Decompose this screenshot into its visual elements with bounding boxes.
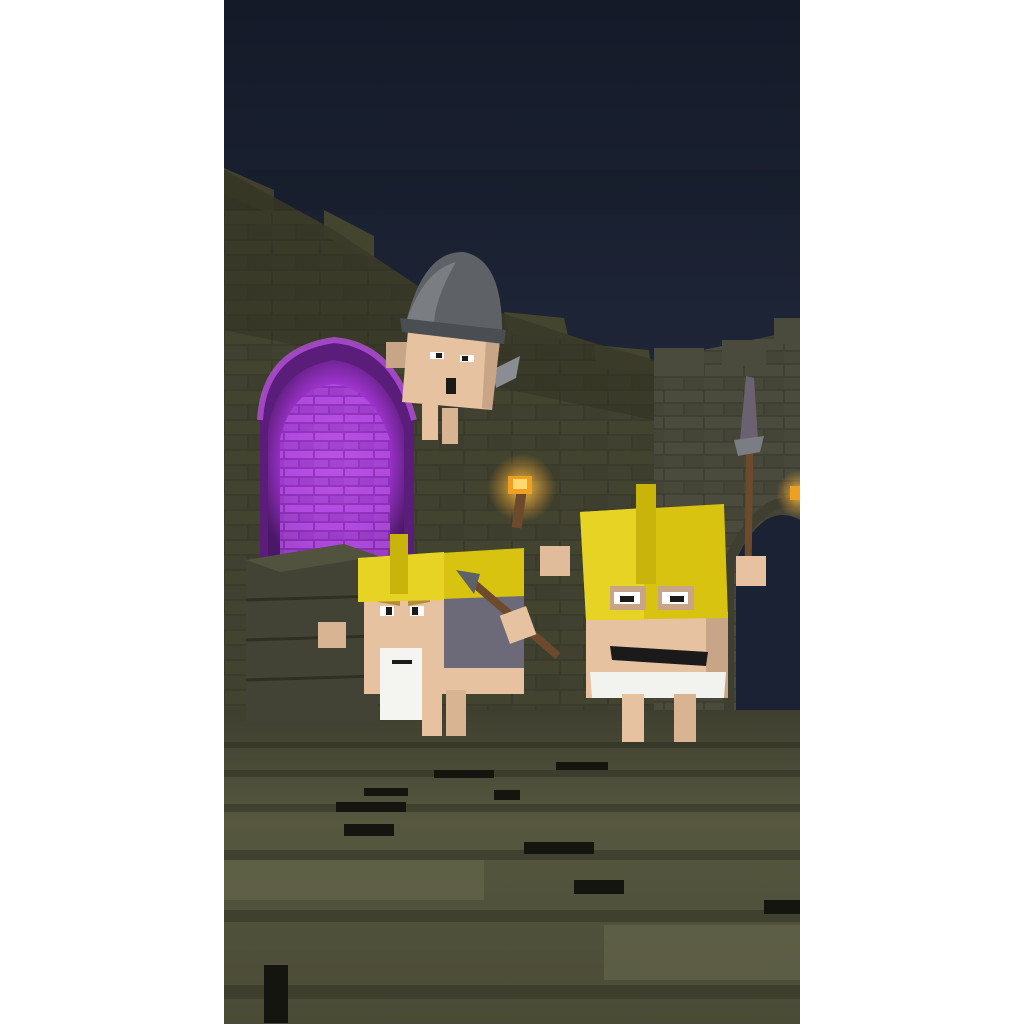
- floating-hand-left: [318, 622, 346, 648]
- page: [0, 0, 1024, 1024]
- magenta-portal-archway: [257, 336, 417, 560]
- stone-block-floor: [224, 710, 800, 1024]
- floating-hand-middle: [540, 546, 570, 576]
- game-viewport: [224, 0, 800, 1024]
- dungeon-scene: [224, 0, 800, 1024]
